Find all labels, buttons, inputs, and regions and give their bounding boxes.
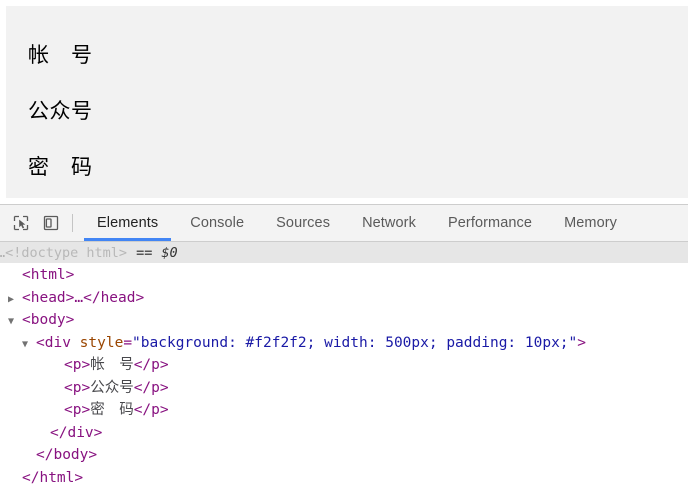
device-toolbar-icon[interactable] [36, 208, 66, 238]
tab-console[interactable]: Console [174, 205, 260, 241]
devtools-tab-bar: Elements Console Sources Network Perform… [81, 205, 633, 241]
tab-network-label: Network [362, 215, 416, 231]
dom-node-div-tag: <div [36, 334, 71, 351]
dom-node-div-open[interactable]: ▼ <div style = "background: #f2f2f2; wid… [0, 332, 688, 355]
dom-node-p3[interactable]: ▶ <p> 密 码 </p> [0, 399, 688, 422]
dom-node-head-label: <head>…</head> [22, 289, 145, 306]
page-line-public-account: 公众号 [28, 99, 93, 123]
tab-sources-label: Sources [276, 215, 331, 231]
chevron-down-icon-div[interactable]: ▼ [22, 334, 36, 357]
dom-node-div-close-bracket: > [577, 334, 586, 351]
tree-toggle-placeholder-p1: ▶ [50, 356, 64, 379]
dom-node-p2[interactable]: ▶ <p> 公众号 </p> [0, 377, 688, 400]
dom-node-p3-text: 密 码 [90, 402, 134, 418]
tab-console-label: Console [190, 215, 245, 231]
chevron-right-icon[interactable]: ▶ [8, 289, 22, 312]
dom-node-html-close-label: </html> [22, 469, 84, 486]
dom-node-p2-text: 公众号 [90, 379, 134, 396]
dom-node-head[interactable]: ▶ <head>…</head> [0, 287, 688, 310]
tree-toggle-placeholder: ▶ [8, 266, 22, 289]
dom-node-html-open-label: <html> [22, 267, 75, 283]
dom-node-div-close[interactable]: ▶ </div> [0, 422, 688, 445]
chevron-down-icon[interactable]: ▼ [8, 311, 22, 334]
dom-node-p3-open: <p> [64, 402, 91, 418]
tab-network[interactable]: Network [346, 205, 432, 241]
selected-node-breadcrumb[interactable]: … <!doctype html> == $0 [0, 242, 688, 263]
page-line-password: 密 码 [28, 155, 93, 179]
tab-elements-label: Elements [97, 215, 159, 231]
dom-tree[interactable]: ▶ <html> ▶ <head>…</head> ▼ <body> ▼ <di… [0, 263, 688, 489]
tree-toggle-placeholder-bodyclose: ▶ [22, 446, 36, 469]
dom-node-html-open[interactable]: ▶ <html> [0, 264, 688, 287]
breadcrumb-doctype: <!doctype html> [5, 244, 128, 261]
dom-attr-style-name: style [79, 334, 124, 351]
dom-node-p1-open: <p> [64, 357, 91, 373]
dom-node-body-close[interactable]: ▶ </body> [0, 444, 688, 467]
tab-elements[interactable]: Elements [81, 205, 174, 241]
browser-viewport: 帐 号 公众号 密 码 [0, 0, 688, 204]
dom-node-body-open-label: <body> [22, 312, 75, 328]
devtools-panel: Elements Console Sources Network Perform… [0, 204, 688, 500]
tree-toggle-placeholder-divclose: ▶ [36, 424, 50, 447]
dom-attr-style-value: "background: #f2f2f2; width: 500px; padd… [132, 334, 578, 351]
devtools-toolbar: Elements Console Sources Network Perform… [0, 205, 688, 242]
tree-toggle-placeholder-p2: ▶ [50, 379, 64, 402]
dom-node-p1-close: </p> [133, 357, 169, 373]
tree-toggle-placeholder-htmlclose: ▶ [8, 469, 22, 490]
dom-node-p3-close: </p> [133, 402, 169, 418]
dom-node-body-open[interactable]: ▼ <body> [0, 309, 688, 332]
page-container-div: 帐 号 公众号 密 码 [6, 6, 688, 198]
dom-node-div-close-label: </div> [50, 424, 103, 441]
page-line-account: 帐 号 [28, 43, 93, 67]
tab-performance[interactable]: Performance [432, 205, 548, 241]
dom-attr-equals: = [123, 334, 133, 351]
tab-memory[interactable]: Memory [548, 205, 633, 241]
breadcrumb-equals: == [136, 244, 153, 261]
tab-sources[interactable]: Sources [260, 205, 346, 241]
dom-node-p1[interactable]: ▶ <p> 帐 号 </p> [0, 354, 688, 377]
dom-node-p2-open: <p> [64, 379, 91, 396]
dom-node-html-close[interactable]: ▶ </html> [0, 467, 688, 490]
tab-performance-label: Performance [447, 215, 533, 231]
dom-node-body-close-label: </body> [36, 447, 98, 463]
toolbar-divider [72, 214, 73, 232]
dom-node-p1-text: 帐 号 [90, 357, 134, 373]
tree-toggle-placeholder-p3: ▶ [50, 401, 64, 424]
tab-memory-label: Memory [564, 215, 618, 231]
inspect-element-icon[interactable] [6, 208, 36, 238]
dom-node-p2-close: </p> [133, 379, 169, 396]
breadcrumb-selected-ref: $0 [161, 244, 178, 261]
